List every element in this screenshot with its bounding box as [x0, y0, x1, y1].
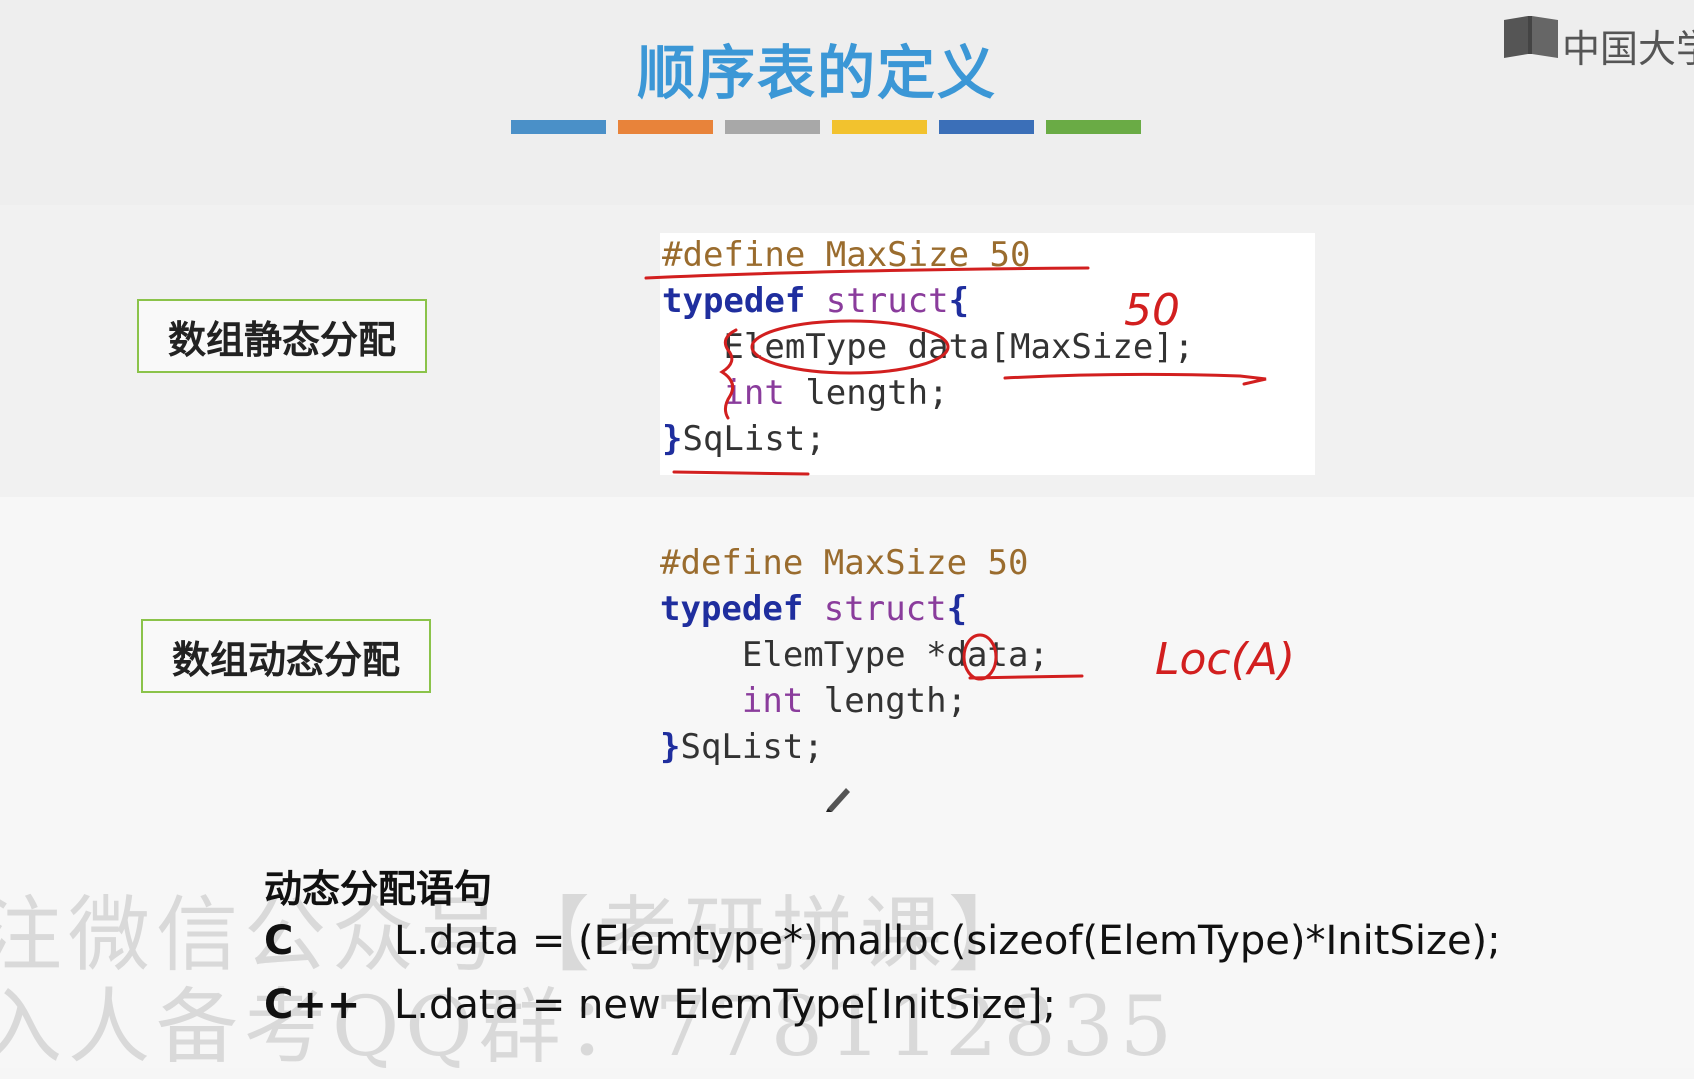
static-code-block: #define MaxSize 50 typedef struct{ ElemT… — [662, 232, 1194, 462]
cpp-lang-label: C++ — [264, 982, 361, 1028]
title-color-strip — [511, 120, 1143, 134]
code-brace-close: } — [662, 419, 683, 459]
strip-segment — [618, 120, 713, 134]
code-line-sqlist: SqList; — [682, 419, 826, 459]
slide-title: 顺序表的定义 — [636, 39, 997, 107]
strip-segment — [1046, 120, 1141, 134]
code-line-data-pointer: ElemType *data; — [741, 635, 1049, 675]
dynamic-code-block: #define MaxSize 50 typedef struct{ ElemT… — [660, 540, 1049, 770]
c-statement-code: L.data = (Elemtype*)malloc(sizeof(ElemTy… — [394, 918, 1501, 964]
strip-segment — [725, 120, 820, 134]
c-statement: C L.data = (Elemtype*)malloc(sizeof(ElemT… — [264, 918, 1501, 964]
code-line-define: #define MaxSize 50 — [660, 543, 1029, 583]
code-brace-open: { — [946, 589, 968, 629]
logo-text: 中国大学 — [1562, 27, 1694, 71]
mooc-logo: 中国大学 — [1502, 12, 1694, 71]
code-line-length: length; — [784, 373, 949, 413]
code-brace-open: { — [948, 281, 970, 321]
code-line-define: #define MaxSize 50 — [662, 235, 1031, 275]
dynamic-allocation-label-text: 数组动态分配 — [171, 637, 400, 682]
cpp-statement-code: L.data = new ElemType[InitSize]; — [394, 982, 1057, 1028]
code-keyword-typedef: typedef — [660, 589, 804, 629]
code-line-sqlist: SqList; — [680, 727, 824, 767]
code-keyword-struct: struct — [825, 281, 949, 321]
strip-segment — [832, 120, 927, 134]
code-brace-close: } — [660, 727, 681, 767]
code-type-int: int — [741, 681, 804, 721]
book-icon — [1504, 16, 1558, 58]
cpp-statement: C++ L.data = new ElemType[InitSize]; — [264, 982, 1056, 1028]
strip-segment — [511, 120, 606, 134]
static-allocation-label: 数组静态分配 — [137, 299, 427, 373]
code-keyword-struct: struct — [823, 589, 947, 629]
code-line-data-array: ElemType data[MaxSize]; — [723, 327, 1195, 367]
code-line-length: length; — [803, 681, 968, 721]
strip-segment — [939, 120, 1034, 134]
static-allocation-label-text: 数组静态分配 — [167, 317, 396, 362]
code-keyword-typedef: typedef — [662, 281, 806, 321]
dynamic-statements-heading: 动态分配语句 — [264, 867, 493, 911]
code-type-int: int — [723, 373, 785, 413]
c-lang-label: C — [264, 918, 294, 964]
dynamic-allocation-label: 数组动态分配 — [141, 619, 431, 693]
